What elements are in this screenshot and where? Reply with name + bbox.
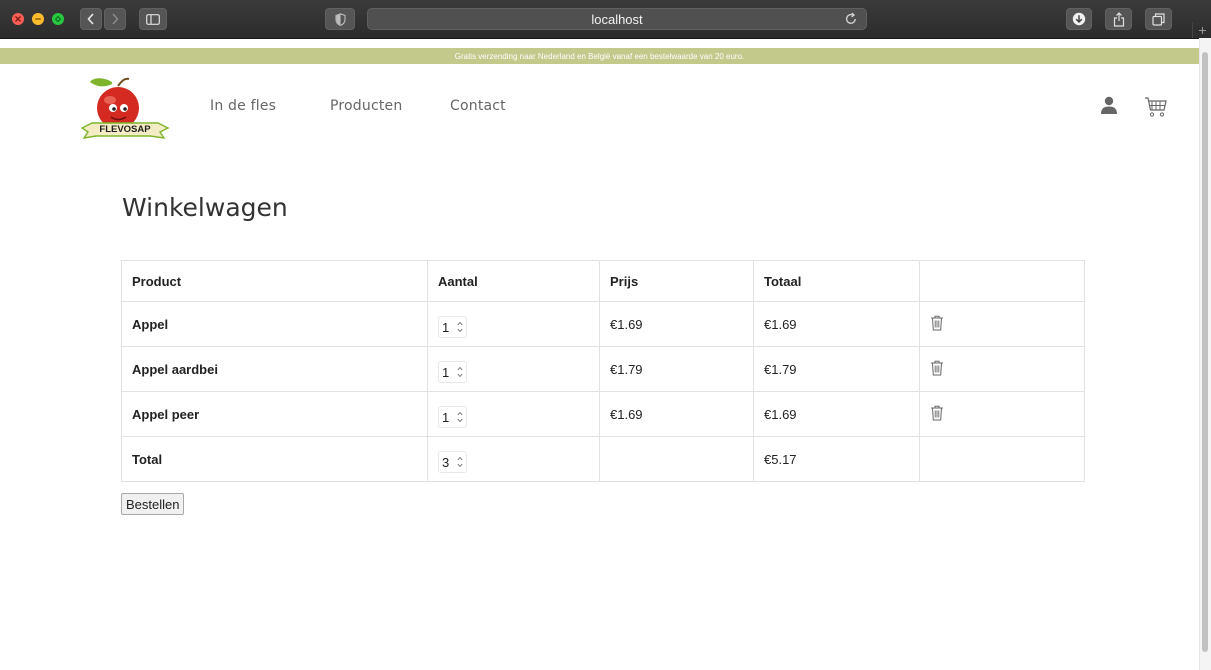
sidebar-icon: [146, 13, 160, 25]
actions-cell: [919, 346, 1085, 392]
cart-button[interactable]: [1144, 96, 1168, 123]
column-header-price: Prijs: [599, 260, 754, 302]
product-name: Appel: [121, 301, 428, 347]
chevron-left-icon: [87, 13, 94, 25]
sidebar-toggle-button[interactable]: [139, 8, 167, 30]
quantity-cell: 1: [427, 301, 600, 347]
logo-text: FLEVOSAP: [99, 124, 151, 135]
fullscreen-window-button[interactable]: [52, 13, 64, 25]
actions-cell: [919, 436, 1085, 482]
reload-button[interactable]: [844, 12, 858, 29]
nav-link-contact[interactable]: Contact: [450, 98, 506, 114]
table-row: Appel aardbei 1 €1.79 €1.79: [121, 346, 1085, 392]
nav-link-producten[interactable]: Producten: [330, 98, 402, 114]
trash-icon: [931, 360, 943, 375]
browser-toolbar: localhost +: [0, 0, 1211, 39]
fullscreen-icon: [55, 15, 61, 23]
address-text: localhost: [591, 11, 643, 27]
summary-row: Total 3 €5.17: [121, 436, 1085, 482]
shield-icon: [334, 12, 346, 26]
promo-text: Gratis verzending naar Nederland en Belg…: [454, 51, 745, 61]
column-header-product: Product: [121, 260, 428, 302]
share-button[interactable]: [1105, 8, 1132, 30]
quantity-stepper[interactable]: 1: [438, 316, 467, 338]
spinner-arrows-icon[interactable]: [457, 366, 463, 378]
reload-icon: [845, 12, 856, 24]
spinner-arrows-icon[interactable]: [457, 411, 463, 423]
spinner-arrows-icon[interactable]: [457, 321, 463, 333]
apple-logo-icon: [80, 77, 170, 139]
remove-item-button[interactable]: [930, 315, 944, 334]
quantity-value: 1: [442, 364, 450, 380]
site-logo[interactable]: FLEVOSAP: [80, 74, 170, 146]
account-button[interactable]: [1100, 96, 1118, 119]
grand-total-cell: €5.17: [753, 436, 920, 482]
promo-banner: Gratis verzending naar Nederland en Belg…: [0, 48, 1199, 64]
minimize-icon: [35, 18, 41, 20]
price-cell: €1.69: [599, 301, 754, 347]
forward-button[interactable]: [104, 8, 126, 30]
price-cell: €1.69: [599, 391, 754, 437]
page-title: Winkelwagen: [122, 193, 288, 222]
quantity-cell: 1: [427, 346, 600, 392]
downloads-button[interactable]: [1066, 8, 1092, 30]
close-icon: [15, 16, 21, 22]
back-button[interactable]: [80, 8, 102, 30]
quantity-value: 1: [442, 319, 450, 335]
privacy-report-button[interactable]: [325, 8, 355, 30]
column-header-total: Totaal: [753, 260, 920, 302]
quantity-value: 3: [442, 454, 450, 470]
table-row: Appel 1 €1.69 €1.69: [121, 301, 1085, 347]
user-icon: [1101, 96, 1117, 114]
table-header-row: Product Aantal Prijs Totaal: [121, 260, 1085, 302]
price-cell: €1.79: [599, 346, 754, 392]
total-cell: €1.79: [753, 346, 920, 392]
table-row: Appel peer 1 €1.69 €1.69: [121, 391, 1085, 437]
trash-icon: [931, 315, 943, 330]
chevron-right-icon: [112, 13, 119, 25]
product-name: Appel peer: [121, 391, 428, 437]
nav-link-in-de-fles[interactable]: In de fles: [210, 98, 276, 114]
column-header-quantity: Aantal: [427, 260, 600, 302]
share-icon: [1113, 11, 1124, 27]
tabs-icon: [1152, 12, 1165, 26]
total-quantity-stepper[interactable]: 3: [438, 451, 467, 473]
quantity-value: 1: [442, 409, 450, 425]
remove-item-button[interactable]: [930, 360, 944, 379]
shopping-cart-icon: [1145, 97, 1167, 117]
quantity-cell: 1: [427, 391, 600, 437]
download-icon: [1072, 12, 1086, 26]
tab-overview-button[interactable]: [1145, 8, 1172, 30]
quantity-cell: 3: [427, 436, 600, 482]
cart-table: Product Aantal Prijs Totaal Appel 1 €1.6…: [121, 260, 1085, 482]
close-window-button[interactable]: [12, 13, 24, 25]
order-button[interactable]: Bestellen: [121, 493, 185, 515]
column-header-actions: [919, 260, 1085, 302]
address-bar[interactable]: localhost: [367, 8, 867, 30]
quantity-stepper[interactable]: 1: [438, 361, 467, 383]
product-name: Appel aardbei: [121, 346, 428, 392]
new-tab-button[interactable]: +: [1192, 22, 1211, 38]
plus-icon: +: [1198, 22, 1207, 38]
summary-label: Total: [121, 436, 428, 482]
total-cell: €1.69: [753, 301, 920, 347]
remove-item-button[interactable]: [930, 405, 944, 424]
actions-cell: [919, 301, 1085, 347]
quantity-stepper[interactable]: 1: [438, 406, 467, 428]
total-cell: €1.69: [753, 391, 920, 437]
spinner-arrows-icon[interactable]: [457, 456, 463, 468]
price-cell: [599, 436, 754, 482]
minimize-window-button[interactable]: [32, 13, 44, 25]
actions-cell: [919, 391, 1085, 437]
trash-icon: [931, 405, 943, 420]
page-scrollbar-thumb[interactable]: [1202, 52, 1208, 652]
